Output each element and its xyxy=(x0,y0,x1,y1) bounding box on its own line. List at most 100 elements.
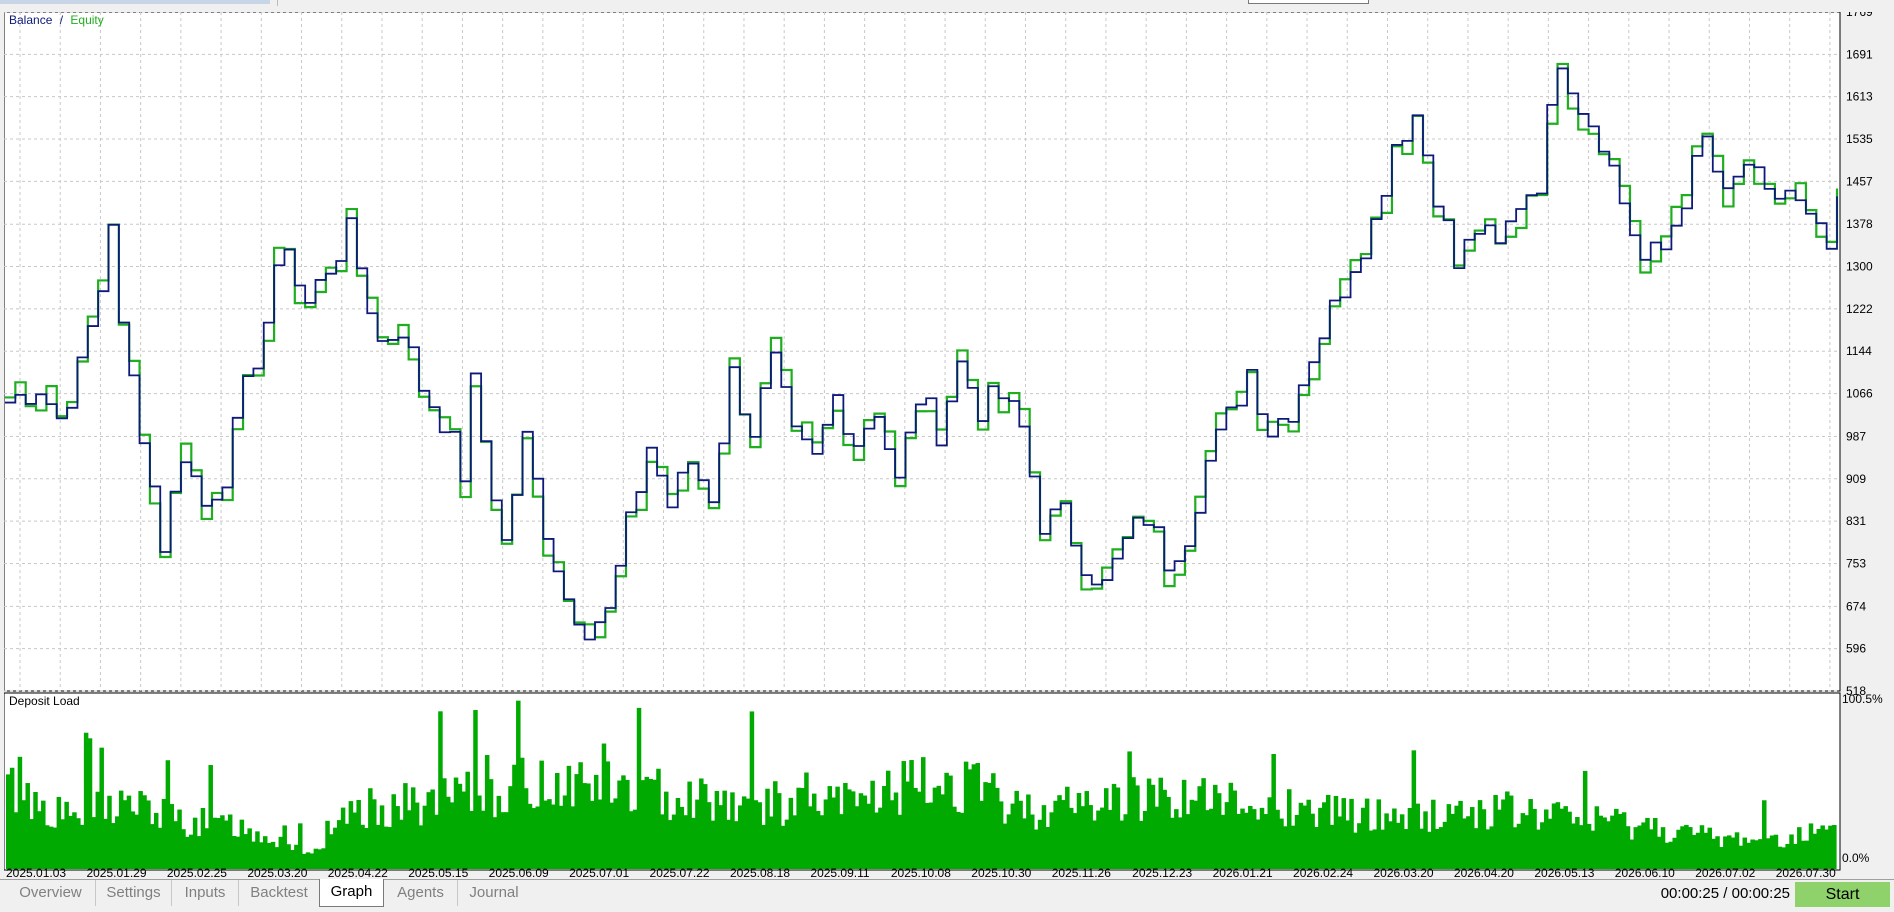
load-bar xyxy=(243,834,249,869)
tab-settings[interactable]: Settings xyxy=(96,880,172,906)
load-bar xyxy=(1033,829,1039,869)
load-bar xyxy=(418,825,424,869)
load-bar xyxy=(539,760,544,869)
load-bar xyxy=(1115,787,1121,869)
load-bar xyxy=(231,836,237,869)
load-bar xyxy=(1703,832,1709,869)
load-bar xyxy=(753,800,759,869)
load-bar xyxy=(893,792,899,869)
start-button[interactable]: Start xyxy=(1795,882,1890,907)
tab-backtest[interactable]: Backtest xyxy=(239,880,319,906)
y-tick-label: 753 xyxy=(1846,556,1866,570)
load-bar xyxy=(21,800,27,869)
load-bar xyxy=(1384,813,1389,869)
load-bar xyxy=(1076,792,1082,869)
load-bar xyxy=(99,747,104,869)
load-bar xyxy=(1431,799,1436,869)
x-tick-label: 2025.11.26 xyxy=(1052,866,1111,879)
load-bar xyxy=(578,762,583,869)
load-bar xyxy=(372,799,377,869)
load-bar xyxy=(165,760,171,869)
load-bar xyxy=(745,798,751,869)
deposit-load-label: Deposit Load xyxy=(9,694,80,708)
tab-overview[interactable]: Overview xyxy=(6,880,96,906)
load-bar xyxy=(1088,805,1093,869)
load-bar xyxy=(1174,809,1179,869)
load-bar xyxy=(1061,800,1066,869)
load-bar xyxy=(1734,832,1740,869)
load-bar xyxy=(1590,830,1596,869)
load-bar xyxy=(1462,818,1467,869)
load-bar xyxy=(543,800,548,869)
load-bar xyxy=(1816,828,1822,869)
load-bar xyxy=(336,820,342,869)
x-tick-label: 2025.10.08 xyxy=(891,866,951,879)
load-bar xyxy=(383,826,389,869)
load-bar xyxy=(1407,808,1413,869)
load-bar xyxy=(496,795,502,869)
load-bar xyxy=(1142,810,1148,869)
load-bar xyxy=(738,805,743,869)
load-bar xyxy=(1022,818,1027,869)
load-bar xyxy=(1637,825,1642,869)
load-bar xyxy=(967,769,973,869)
x-tick-label: 2025.08.18 xyxy=(730,866,790,879)
load-bar xyxy=(1575,817,1580,869)
x-tick-label: 2026.07.02 xyxy=(1695,866,1755,879)
balance-equity-chart: 1769 1691 1613 1535 1457 1378 1300 1222 1144 1066… xyxy=(3,5,1883,880)
tab-graph[interactable]: Graph xyxy=(319,879,384,907)
load-bar xyxy=(395,806,400,869)
load-bar xyxy=(41,800,46,869)
load-bar xyxy=(1485,829,1491,869)
load-bar xyxy=(1446,804,1452,869)
load-bar xyxy=(1193,800,1199,869)
load-bar xyxy=(1236,813,1241,869)
load-bar xyxy=(1049,812,1054,869)
load-bar xyxy=(601,743,607,869)
load-bar xyxy=(804,772,809,869)
load-bar xyxy=(757,802,762,869)
load-bar xyxy=(765,788,770,869)
tab-journal[interactable]: Journal xyxy=(458,880,530,906)
load-bar xyxy=(811,793,817,869)
load-bar xyxy=(1232,790,1237,869)
load-bar xyxy=(508,786,513,869)
load-bar xyxy=(449,802,455,869)
load-bar xyxy=(566,765,572,869)
load-bar xyxy=(1123,814,1128,869)
load-bar xyxy=(675,798,681,869)
tab-agents[interactable]: Agents xyxy=(384,880,458,906)
load-bar xyxy=(932,787,938,869)
load-bar xyxy=(1302,805,1308,869)
load-bar xyxy=(469,810,474,869)
load-bar xyxy=(1030,814,1035,869)
load-bar xyxy=(998,801,1004,869)
load-bar xyxy=(126,795,132,869)
load-bar xyxy=(1107,809,1113,869)
load-bar xyxy=(1399,814,1405,869)
tab-inputs[interactable]: Inputs xyxy=(172,880,239,906)
load-bar xyxy=(1773,834,1779,869)
y-tick-label: 1535 xyxy=(1846,132,1873,146)
load-bar xyxy=(1563,806,1568,869)
load-bar xyxy=(247,828,252,869)
load-bar xyxy=(667,820,673,869)
load-bar xyxy=(1547,818,1553,869)
load-bar xyxy=(882,786,887,869)
load-bar xyxy=(1185,814,1191,869)
load-bar xyxy=(780,825,786,869)
load-bar xyxy=(434,814,439,869)
load-bar xyxy=(769,816,774,869)
load-bar xyxy=(909,760,914,869)
load-bar xyxy=(255,831,260,869)
load-bar xyxy=(1251,809,1257,869)
y-tick-label: 596 xyxy=(1846,642,1866,656)
load-bar xyxy=(1543,809,1549,869)
load-bar xyxy=(640,780,646,869)
load-bar xyxy=(422,805,428,869)
x-tick-label: 2026.07.30 xyxy=(1776,866,1836,879)
load-bar xyxy=(189,834,194,869)
load-bar xyxy=(1329,824,1335,869)
load-bar xyxy=(1018,800,1023,869)
load-bar xyxy=(1512,827,1518,869)
